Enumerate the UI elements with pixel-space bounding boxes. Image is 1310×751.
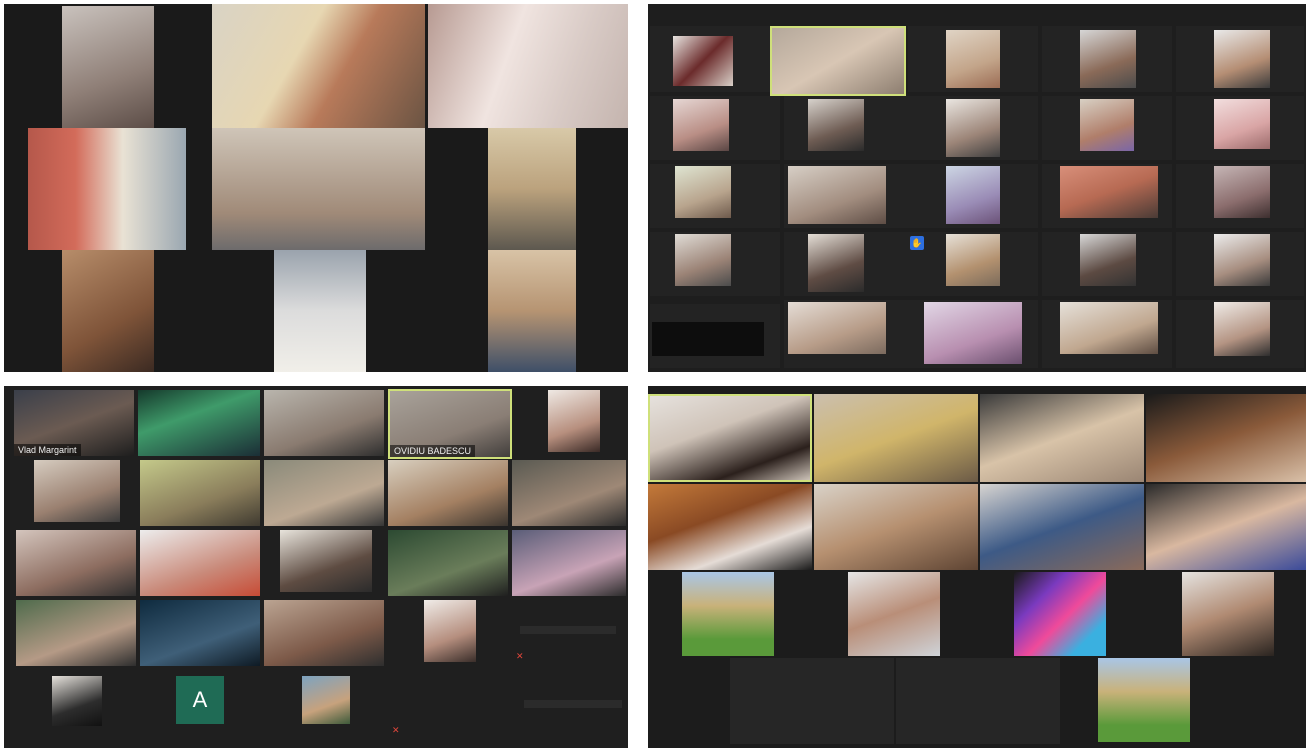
video-tile[interactable] (16, 530, 136, 596)
video-tile[interactable] (1214, 99, 1270, 149)
video-tile[interactable] (1060, 302, 1158, 354)
video-tile[interactable] (512, 460, 626, 526)
grid-cell (730, 658, 894, 744)
video-tile[interactable] (675, 166, 731, 218)
video-tile[interactable] (52, 676, 102, 726)
video-tile[interactable] (1214, 302, 1270, 356)
video-tile[interactable] (212, 4, 425, 128)
video-tile[interactable] (980, 484, 1144, 570)
gallery-screen-1 (4, 4, 628, 372)
name-strip (524, 700, 622, 708)
gallery-screen-4 (648, 386, 1306, 748)
video-tile[interactable] (808, 99, 864, 151)
video-tile[interactable] (28, 128, 186, 250)
video-tile[interactable] (62, 250, 154, 372)
video-tile[interactable] (648, 484, 812, 570)
video-tile[interactable] (1182, 572, 1274, 656)
video-tile[interactable] (302, 676, 350, 724)
video-tile[interactable] (512, 530, 626, 596)
name-strip (520, 626, 616, 634)
participant-avatar: A (176, 676, 224, 724)
video-tile[interactable] (652, 322, 764, 356)
video-tile[interactable] (788, 302, 886, 354)
video-tile[interactable] (388, 530, 508, 596)
video-tile[interactable] (1014, 572, 1106, 656)
video-tile[interactable] (212, 128, 425, 250)
video-tile[interactable] (264, 390, 384, 456)
video-tile[interactable] (428, 4, 628, 128)
video-tile[interactable] (673, 99, 729, 151)
participant-name: OVIDIU BADESCU (390, 445, 476, 457)
active-speaker-tile[interactable] (648, 394, 812, 482)
video-tile[interactable] (1080, 99, 1134, 151)
video-tile[interactable] (488, 250, 576, 372)
video-tile[interactable] (264, 600, 384, 666)
video-tile[interactable] (140, 530, 260, 596)
video-tile[interactable] (548, 390, 600, 452)
video-tile[interactable] (848, 572, 940, 656)
video-tile[interactable] (682, 572, 774, 656)
video-tile[interactable] (1146, 484, 1306, 570)
video-tile[interactable] (424, 600, 476, 662)
video-tile[interactable] (946, 99, 1000, 157)
video-tile[interactable] (274, 250, 366, 372)
video-tile[interactable] (946, 234, 1000, 286)
video-tile[interactable] (1214, 234, 1270, 286)
video-tile[interactable]: Vlad Margarint (14, 390, 134, 456)
video-tile[interactable] (675, 234, 731, 286)
video-tile[interactable] (138, 390, 260, 456)
video-tile[interactable] (924, 302, 1022, 364)
video-tile[interactable] (808, 234, 864, 292)
video-tile[interactable] (1214, 30, 1270, 88)
video-tile[interactable] (946, 30, 1000, 88)
video-tile[interactable] (980, 394, 1144, 482)
video-tile[interactable] (280, 530, 372, 592)
video-tile[interactable] (946, 166, 1000, 224)
video-tile[interactable] (388, 460, 508, 526)
active-speaker-tile[interactable]: OVIDIU BADESCU (388, 389, 512, 459)
gallery-screen-3: Vlad Margarint OVIDIU BADESCU ✕ A ✕ (4, 386, 628, 748)
video-tile[interactable] (488, 128, 576, 250)
video-tile[interactable] (16, 600, 136, 666)
grid-cell (896, 658, 1060, 744)
raise-hand-icon: ✋ (910, 236, 924, 250)
video-tile[interactable] (1080, 30, 1136, 88)
video-tile[interactable] (1098, 658, 1190, 742)
video-tile[interactable] (1060, 166, 1158, 218)
microphone-muted-icon: ✕ (392, 725, 400, 735)
video-tile[interactable] (62, 6, 154, 128)
video-tile[interactable] (34, 460, 120, 522)
video-tile[interactable] (264, 460, 384, 526)
participant-name: Vlad Margarint (14, 444, 81, 456)
video-tile[interactable] (1146, 394, 1306, 482)
video-tile[interactable] (788, 166, 886, 224)
video-tile[interactable] (1214, 166, 1270, 218)
video-tile[interactable] (673, 36, 733, 86)
gallery-screen-2: ✋ (648, 4, 1306, 372)
video-tile[interactable] (1080, 234, 1136, 286)
video-tile[interactable] (814, 394, 978, 482)
microphone-muted-icon: ✕ (516, 651, 524, 661)
video-tile[interactable] (814, 484, 978, 570)
video-tile[interactable] (140, 600, 260, 666)
active-speaker-tile[interactable] (770, 26, 906, 96)
video-tile[interactable] (140, 460, 260, 526)
